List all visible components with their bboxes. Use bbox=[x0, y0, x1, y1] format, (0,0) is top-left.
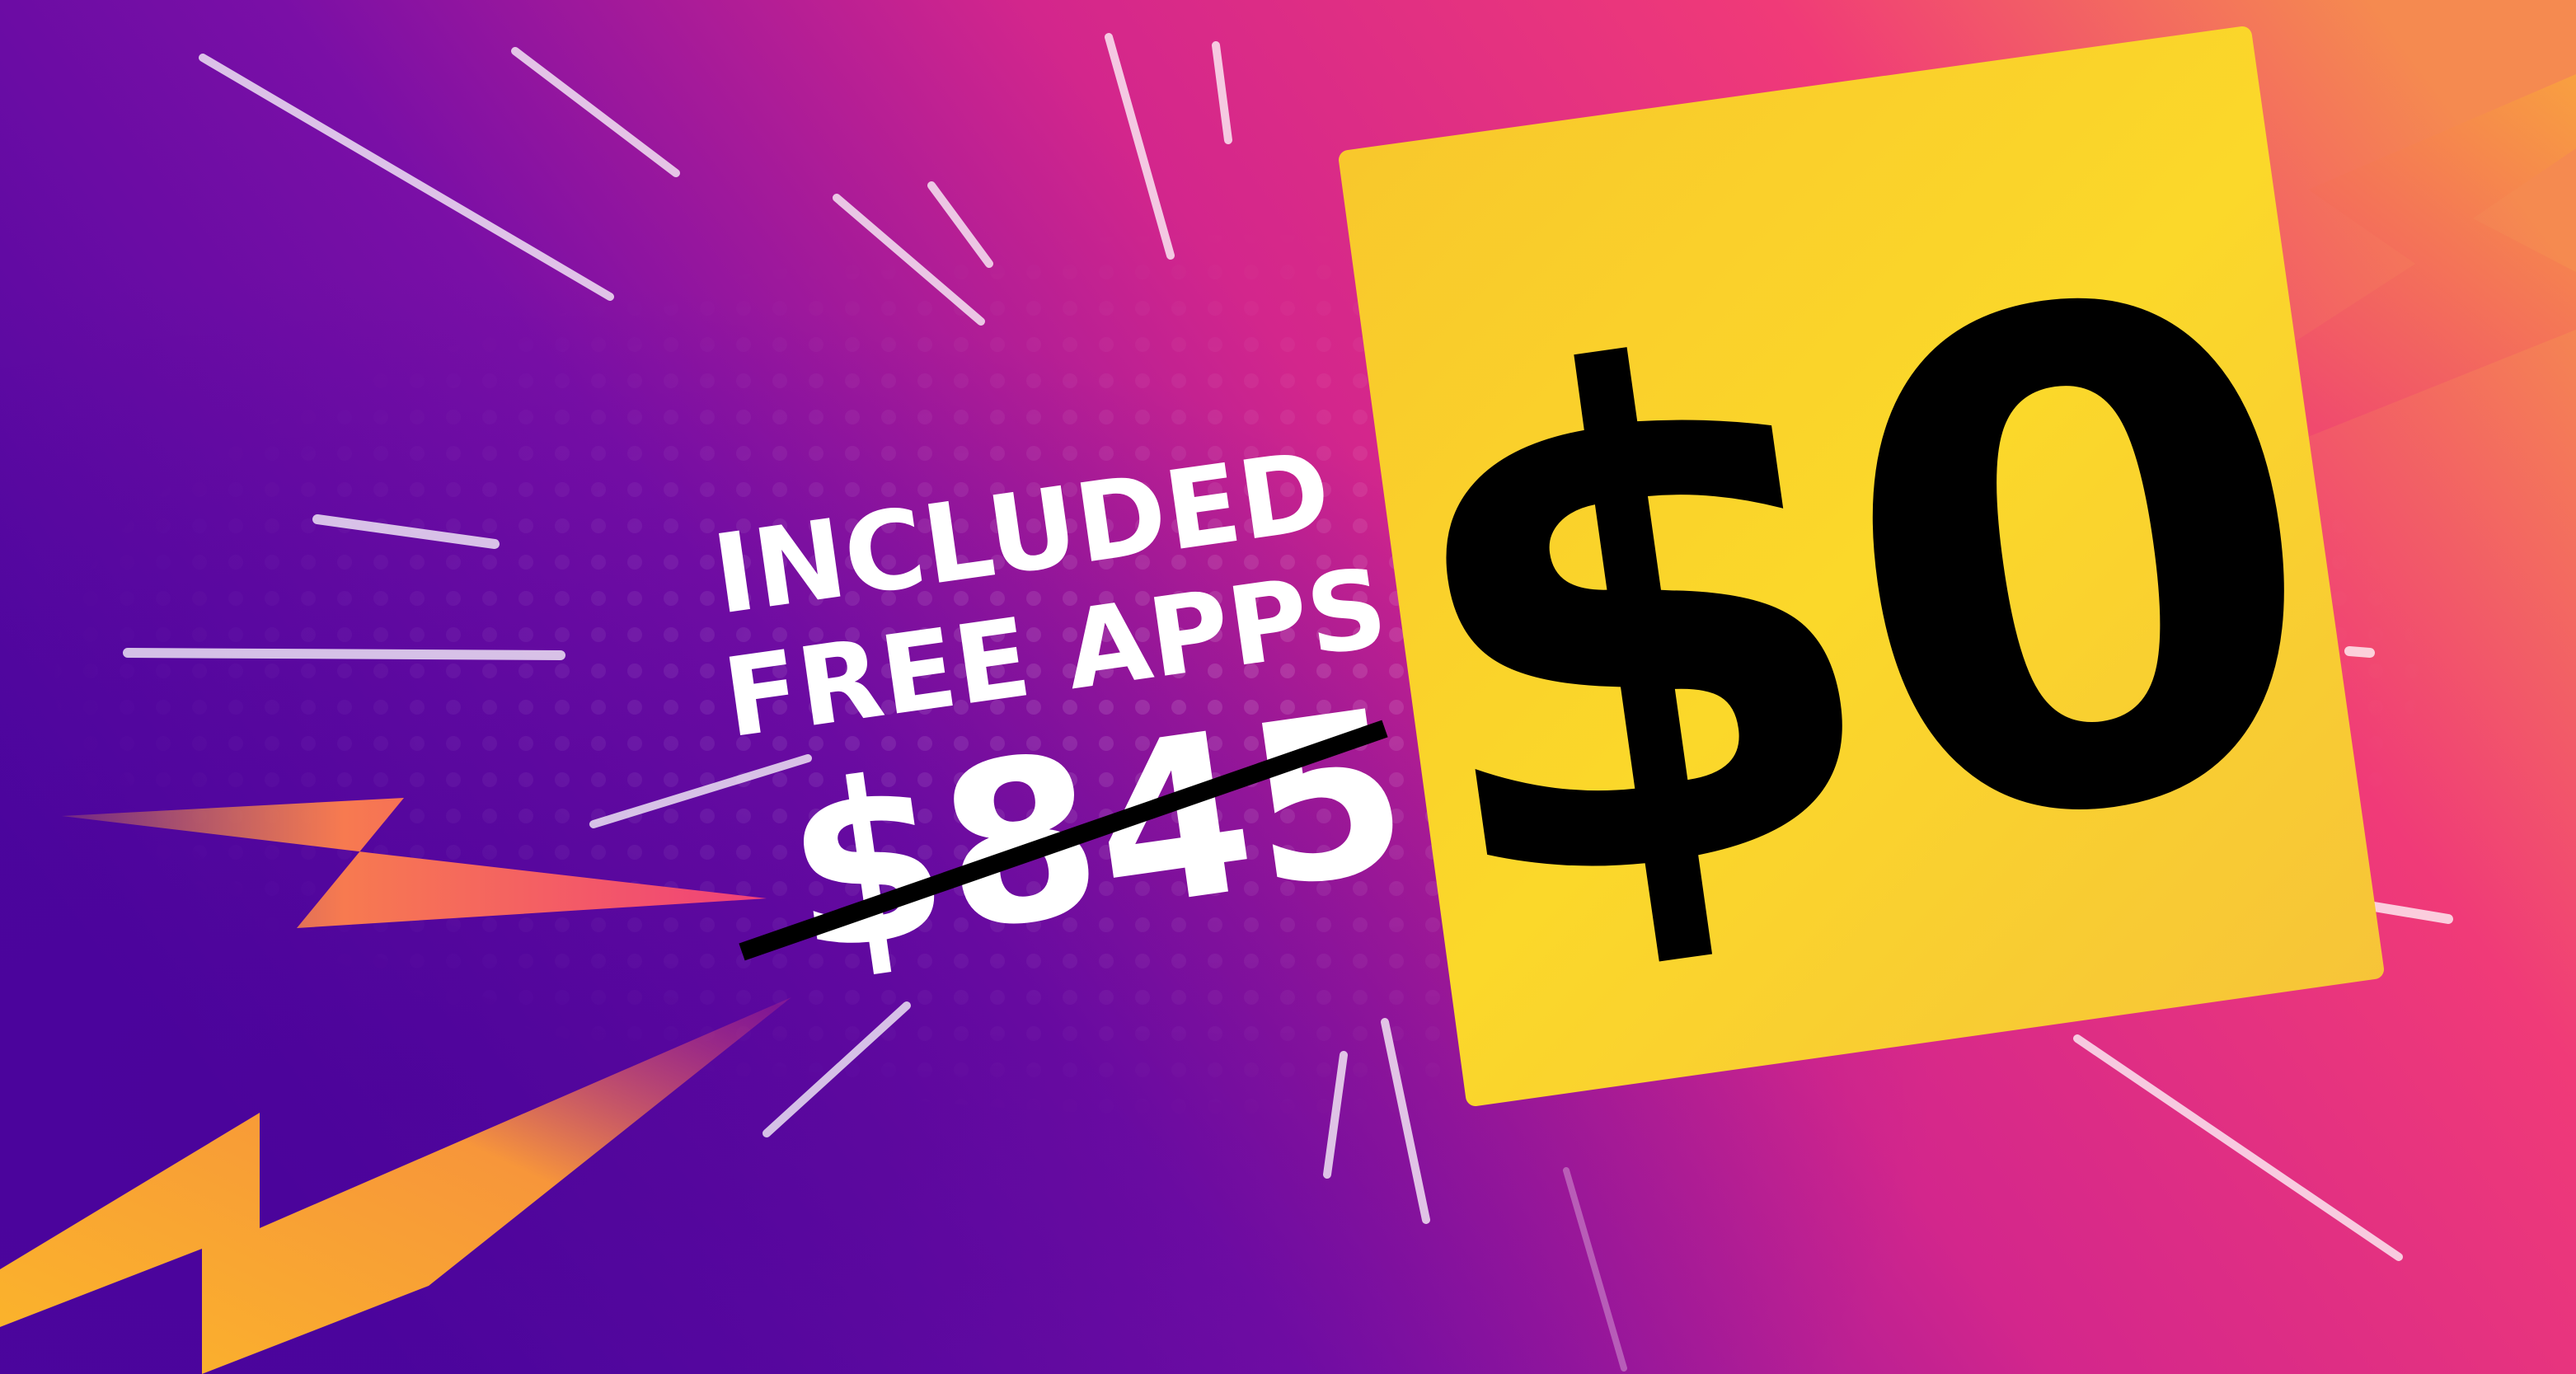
price-card: $0 bbox=[1339, 26, 2384, 1106]
banner-art: $0 INCLUDED FREE APPS $845 bbox=[0, 0, 2576, 1374]
promo-banner: $0 INCLUDED FREE APPS $845 bbox=[0, 0, 2576, 1374]
new-price: $0 bbox=[1351, 148, 2343, 1050]
